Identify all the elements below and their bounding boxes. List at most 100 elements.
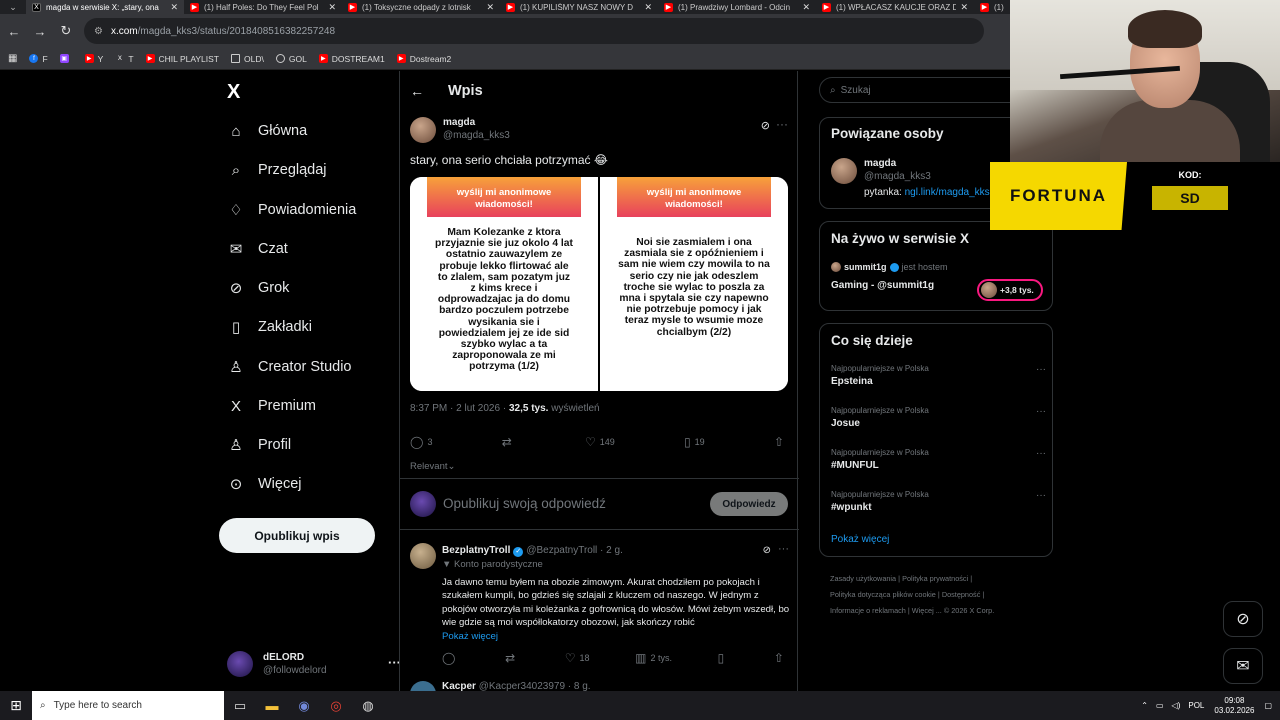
more-icon[interactable]: ···: [1036, 490, 1046, 501]
trend-item[interactable]: Najpopularniejsze w Polska Josue ···: [831, 406, 1046, 429]
apps-grid-icon[interactable]: ▦: [8, 53, 17, 64]
network-icon[interactable]: ▭: [1156, 701, 1164, 710]
close-icon[interactable]: ✕: [328, 2, 336, 13]
post-button[interactable]: Opublikuj wpis: [219, 518, 375, 553]
bookmark-y[interactable]: ▶ Y: [84, 54, 103, 64]
bookmark-folder-old[interactable]: OLD\: [231, 54, 264, 64]
tab-active[interactable]: X magda w serwisie X: „stary, ona ✕: [26, 0, 184, 14]
author-name[interactable]: magda: [443, 117, 475, 128]
nav-notifications[interactable]: ♢ Powiadomienia: [227, 195, 356, 225]
close-icon[interactable]: ✕: [960, 2, 968, 13]
bookmark-dostream2[interactable]: ▶ Dostream2: [396, 54, 451, 64]
forward-icon[interactable]: →: [28, 19, 52, 43]
obs-icon[interactable]: ◍: [352, 691, 384, 720]
nav-home[interactable]: ⌂ Główna: [227, 116, 307, 146]
back-arrow-icon[interactable]: ←: [410, 83, 430, 99]
footer-link[interactable]: Informacje o reklamach: [830, 606, 906, 615]
footer-link[interactable]: Zasady użytkowania: [830, 574, 896, 583]
show-more-link[interactable]: Pokaż więcej: [831, 534, 889, 545]
nav-creator-studio[interactable]: ♙ Creator Studio: [227, 352, 351, 382]
views-action[interactable]: ▥ 2 tys.: [635, 651, 672, 665]
bookmark-dostream1[interactable]: ▶ DOSTREAM1: [318, 54, 385, 64]
more-icon[interactable]: ···: [776, 117, 788, 131]
reply-author-handle[interactable]: @BezpatnyTroll · 2 g.: [526, 545, 622, 556]
chrome-icon[interactable]: ◎: [320, 691, 352, 720]
related-name[interactable]: magda: [864, 158, 896, 169]
tab[interactable]: ▶ (1) Half Poles: Do They Feel Pol ✕: [184, 0, 342, 14]
bookmark-chil-playlist[interactable]: ▶ CHIL PLAYLIST: [145, 54, 219, 64]
tab[interactable]: ▶ (1) KUPILIŚMY NASZ NOWY D ✕: [500, 0, 658, 14]
avatar[interactable]: [831, 158, 857, 184]
bookmark-action[interactable]: ▯ 19: [684, 435, 705, 449]
related-handle[interactable]: @magda_kks3: [864, 171, 931, 182]
nav-explore[interactable]: ⌕ Przeglądaj: [227, 155, 327, 185]
avatar[interactable]: [410, 681, 436, 691]
tweet-time[interactable]: 8:37 PM · 2 lut 2026 ·: [410, 403, 506, 414]
live-host[interactable]: summit1g jest hostem: [831, 262, 948, 272]
nav-grok[interactable]: ⊘ Grok: [227, 273, 290, 303]
reload-icon[interactable]: ↻: [54, 19, 78, 43]
like-action[interactable]: ♡ 18: [565, 651, 590, 665]
messages-float-button[interactable]: ✉: [1223, 648, 1263, 684]
trend-item[interactable]: Najpopularniejsze w Polska #wpunkt ···: [831, 490, 1046, 513]
reply-button[interactable]: Odpowiedz: [710, 492, 788, 516]
footer-link[interactable]: Polityka dotycząca plików cookie: [830, 590, 936, 599]
back-icon[interactable]: ←: [2, 19, 26, 43]
nav-bookmarks[interactable]: ▯ Zakładki: [227, 312, 312, 342]
tab[interactable]: ▶ (1) Toksyczne odpady z lotnisk ✕: [342, 0, 500, 14]
share-action[interactable]: ⇧: [774, 435, 788, 449]
reply-input[interactable]: Opublikuj swoją odpowiedź: [443, 496, 606, 511]
grok-icon[interactable]: ⊘: [763, 545, 771, 556]
taskbar-search[interactable]: ⌕ Type here to search: [32, 691, 224, 720]
more-icon[interactable]: ···: [1036, 364, 1046, 375]
tab[interactable]: ▶ (1) Prawdziwy Lombard - Odcin ✕: [658, 0, 816, 14]
reply-author-name[interactable]: Kacper: [442, 681, 476, 691]
bookmark-t[interactable]: XT: [115, 54, 134, 64]
bookmark-action[interactable]: ▯: [718, 651, 729, 665]
bio-link[interactable]: ngl.link/magda_kks3: [905, 187, 996, 198]
reply-action[interactable]: ◯: [442, 651, 459, 665]
bookmark-twitch[interactable]: ▣: [59, 54, 73, 63]
trend-item[interactable]: Najpopularniejsze w Polska Epsteina ···: [831, 364, 1046, 387]
tab-search-icon[interactable]: ⌄: [0, 0, 26, 14]
nav-chat[interactable]: ✉ Czat: [227, 234, 288, 264]
footer-link[interactable]: Polityka prywatności: [902, 574, 968, 583]
avatar[interactable]: [410, 117, 436, 143]
close-icon[interactable]: ✕: [802, 2, 810, 13]
retweet-action[interactable]: ⇄: [502, 435, 516, 449]
tweet-media[interactable]: wyślij mi anonimowe wiadomości! Mam Kole…: [410, 177, 788, 391]
clock[interactable]: 09:08 03.02.2026: [1214, 696, 1254, 716]
live-title[interactable]: Gaming - @summit1g: [831, 280, 934, 291]
file-explorer-icon[interactable]: ▬: [256, 691, 288, 720]
bookmark-f[interactable]: fF: [29, 54, 48, 64]
author-handle[interactable]: @magda_kks3: [443, 130, 510, 141]
avatar[interactable]: [410, 543, 436, 569]
url-field[interactable]: ⚙ x.com/magda_kks3/status/20184085163822…: [84, 18, 984, 44]
language-indicator[interactable]: POL: [1188, 701, 1204, 710]
more-icon[interactable]: ···: [778, 543, 789, 555]
like-action[interactable]: ♡ 149: [585, 435, 615, 449]
nav-more[interactable]: ⊙ Więcej: [227, 469, 302, 499]
task-view-icon[interactable]: ▭: [224, 691, 256, 720]
nav-profile[interactable]: ♙ Profil: [227, 430, 291, 460]
show-more-link[interactable]: Pokaż więcej: [442, 631, 498, 642]
x-logo-icon[interactable]: X: [227, 81, 240, 104]
discord-icon[interactable]: ◉: [288, 691, 320, 720]
notifications-icon[interactable]: ▢: [1264, 701, 1272, 710]
account-switcher[interactable]: dELORD @followdelord ···: [227, 647, 401, 681]
more-icon[interactable]: ···: [1036, 448, 1046, 459]
retweet-action[interactable]: ⇄: [505, 651, 519, 665]
site-info-icon[interactable]: ⚙: [94, 26, 103, 37]
grok-icon[interactable]: ⊘: [761, 119, 770, 132]
footer-link[interactable]: Dostępność: [942, 590, 981, 599]
tab[interactable]: ▶ (1) WPŁACASZ KAUCJE ORAZ D ✕: [816, 0, 974, 14]
reply-item[interactable]: Kacper @Kacper34023979 · 8 g.: [400, 681, 799, 691]
volume-icon[interactable]: ◁): [1172, 701, 1181, 710]
reply-author-name[interactable]: BezplatnyTroll: [442, 545, 510, 556]
footer-link[interactable]: Więcej ...: [912, 606, 942, 615]
reply-author-handle[interactable]: @Kacper34023979 · 8 g.: [479, 681, 591, 691]
share-action[interactable]: ⇧: [774, 651, 788, 665]
bookmark-gol[interactable]: GOL: [275, 54, 307, 64]
nav-premium[interactable]: X Premium: [227, 391, 316, 421]
live-listeners-badge[interactable]: +3,8 tys.: [977, 279, 1043, 301]
